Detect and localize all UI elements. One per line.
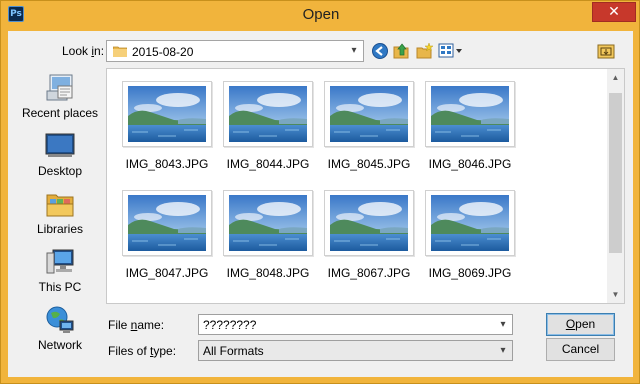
file-thumbnail[interactable]: IMG_8045.JPG	[324, 81, 414, 173]
file-thumbnail[interactable]: IMG_8067.JPG	[324, 190, 414, 282]
file-name-input[interactable]: ???????? ▾	[198, 314, 513, 335]
thumbnail-frame	[425, 190, 515, 256]
look-in-dropdown[interactable]: 2015-08-20 ▾	[106, 40, 364, 62]
view-menu-icon[interactable]	[438, 42, 464, 60]
place-libraries[interactable]: Libraries	[14, 189, 106, 245]
place-label: This PC	[38, 280, 82, 294]
thumbnail-frame	[122, 81, 212, 147]
thumbnail-frame	[223, 190, 313, 256]
network-icon	[46, 306, 74, 333]
file-name-label: IMG_8046.JPG	[428, 157, 512, 171]
title-bar[interactable]: Ps Open ✕	[1, 1, 640, 29]
scrollbar-thumb[interactable]	[609, 93, 622, 253]
scroll-up-icon[interactable]: ▲	[607, 69, 624, 86]
file-name-label: IMG_8069.JPG	[428, 266, 512, 280]
file-thumbnail[interactable]: IMG_8043.JPG	[122, 81, 212, 173]
landscape-photo-icon	[330, 195, 408, 251]
places-bar: Recent places Desktop Libraries This PC …	[14, 73, 106, 377]
file-name-label: IMG_8067.JPG	[327, 266, 411, 280]
chevron-down-icon[interactable]: ▾	[494, 315, 512, 334]
open-dialog-window: Ps Open ✕ Look in: 2015-08-20 ▾ Recent p…	[0, 0, 640, 384]
up-folder-icon[interactable]	[393, 42, 411, 60]
files-of-type-value: All Formats	[203, 344, 264, 358]
desktop-icon	[45, 133, 75, 157]
thumbnail-frame	[425, 81, 515, 147]
place-label: Network	[37, 338, 82, 352]
dialog-client-area: Look in: 2015-08-20 ▾ Recent places Desk…	[8, 31, 633, 377]
file-thumbnail[interactable]: IMG_8047.JPG	[122, 190, 212, 282]
place-desktop[interactable]: Desktop	[14, 131, 106, 187]
scroll-down-icon[interactable]: ▼	[607, 286, 624, 303]
file-thumbnail[interactable]: IMG_8046.JPG	[425, 81, 515, 173]
thumbnail-frame	[324, 81, 414, 147]
files-of-type-select[interactable]: All Formats ▾	[198, 340, 513, 361]
folder-icon	[113, 46, 127, 57]
file-list-pane[interactable]: ▲ ▼ IMG_8043.JPG IMG_8044.JPG IMG_8045.JPG…	[106, 68, 625, 304]
chevron-down-icon[interactable]: ▾	[494, 341, 512, 360]
landscape-photo-icon	[128, 195, 206, 251]
close-button[interactable]: ✕	[592, 2, 636, 22]
file-name-label: IMG_8045.JPG	[327, 157, 411, 171]
cancel-button[interactable]: Cancel	[546, 338, 615, 361]
file-name-label: IMG_8047.JPG	[125, 266, 209, 280]
thumbnail-frame	[324, 190, 414, 256]
look-in-label: Look in:	[62, 44, 105, 58]
back-icon[interactable]	[371, 42, 389, 60]
thumbnail-frame	[223, 81, 313, 147]
landscape-photo-icon	[431, 195, 509, 251]
file-name-value: ????????	[203, 318, 257, 332]
landscape-photo-icon	[431, 86, 509, 142]
place-label: Libraries	[36, 222, 84, 236]
file-name-label: File name:	[108, 318, 165, 332]
open-button[interactable]: Open	[546, 313, 615, 336]
vertical-scrollbar[interactable]: ▲ ▼	[607, 69, 624, 303]
folder-options-icon[interactable]	[597, 42, 615, 60]
place-recent-places[interactable]: Recent places	[14, 73, 106, 129]
file-name-label: IMG_8048.JPG	[226, 266, 310, 280]
landscape-photo-icon	[330, 86, 408, 142]
place-label: Desktop	[37, 164, 83, 178]
new-folder-icon[interactable]	[416, 42, 434, 60]
place-label: Recent places	[21, 106, 99, 120]
dialog-title: Open	[302, 6, 340, 23]
recent-places-icon	[46, 74, 73, 101]
files-of-type-label: Files of type:	[108, 344, 177, 358]
look-in-value: 2015-08-20	[132, 45, 194, 59]
landscape-photo-icon	[229, 195, 307, 251]
libraries-icon	[46, 194, 74, 217]
file-thumbnail[interactable]: IMG_8044.JPG	[223, 81, 313, 173]
place-network[interactable]: Network	[14, 305, 106, 361]
this-pc-icon	[46, 249, 74, 274]
file-thumbnail[interactable]: IMG_8048.JPG	[223, 190, 313, 282]
file-thumbnail[interactable]: IMG_8069.JPG	[425, 190, 515, 282]
place-this-pc[interactable]: This PC	[14, 247, 106, 303]
thumbnail-frame	[122, 190, 212, 256]
file-name-label: IMG_8044.JPG	[226, 157, 310, 171]
landscape-photo-icon	[229, 86, 307, 142]
landscape-photo-icon	[128, 86, 206, 142]
file-name-label: IMG_8043.JPG	[125, 157, 209, 171]
chevron-down-icon[interactable]: ▾	[345, 41, 363, 61]
